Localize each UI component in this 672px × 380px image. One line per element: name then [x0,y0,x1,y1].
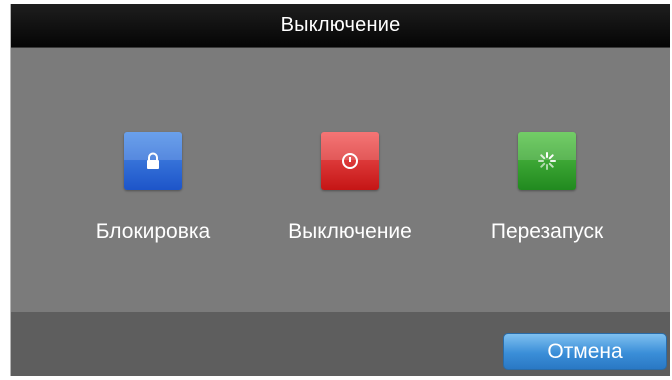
dialog-title: Выключение [280,14,401,36]
cancel-button[interactable]: Отмена [503,333,667,370]
lock-icon [145,152,161,170]
restart-button[interactable] [518,132,576,190]
power-icon [341,152,359,170]
shutdown-dialog: Выключение Блокировка Выключение Перезап… [10,4,670,376]
dialog-titlebar: Выключение [11,4,670,48]
dialog-footer: Отмена [11,312,670,376]
lock-action[interactable]: Блокировка [68,132,238,244]
lock-label: Блокировка [95,220,211,243]
cancel-label: Отмена [547,339,623,363]
restart-icon [537,151,557,171]
shutdown-button[interactable] [321,132,379,190]
shutdown-label: Выключение [288,220,412,243]
restart-action[interactable]: Перезапуск [462,132,632,244]
dialog-body: Блокировка Выключение Перезапуск [11,48,670,312]
lock-button[interactable] [124,132,182,190]
restart-label: Перезапуск [490,220,604,243]
shutdown-action[interactable]: Выключение [265,132,435,244]
